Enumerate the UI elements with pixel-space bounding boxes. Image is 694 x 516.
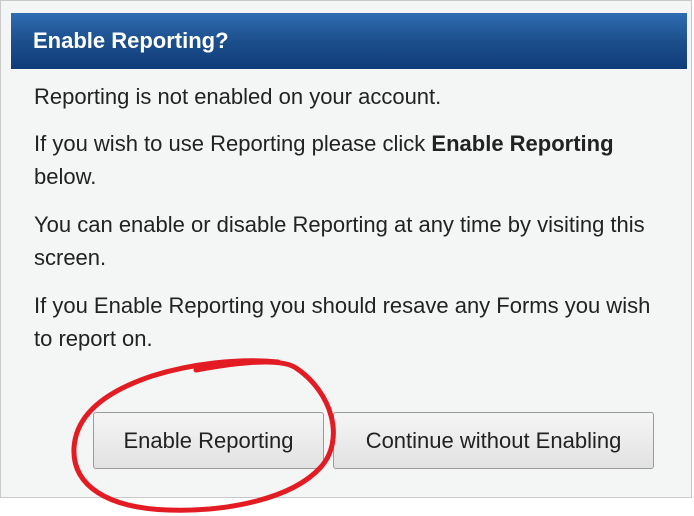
instruction-message: If you wish to use Reporting please clic… <box>34 127 664 193</box>
instruction-suffix: below. <box>34 164 97 189</box>
dialog-title: Enable Reporting? <box>11 13 687 69</box>
enable-reporting-dialog: Enable Reporting? Reporting is not enabl… <box>0 0 692 498</box>
enable-reporting-button[interactable]: Enable Reporting <box>93 412 324 469</box>
resave-forms-message: If you Enable Reporting you should resav… <box>34 293 651 351</box>
instruction-bold: Enable Reporting <box>431 131 614 156</box>
status-message: Reporting is not enabled on your account… <box>34 84 442 109</box>
toggle-info-message: You can enable or disable Reporting at a… <box>34 212 645 270</box>
continue-without-enabling-button[interactable]: Continue without Enabling <box>333 412 654 469</box>
dialog-body: Reporting is not enabled on your account… <box>11 69 687 497</box>
instruction-prefix: If you wish to use Reporting please clic… <box>34 131 432 156</box>
